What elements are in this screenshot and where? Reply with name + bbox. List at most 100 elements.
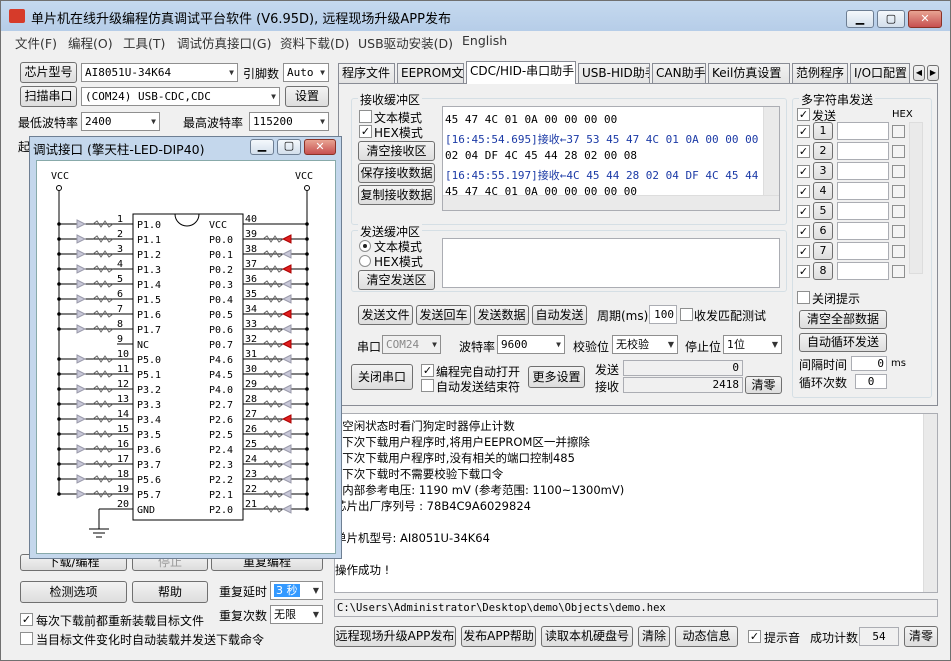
multi-row-hex-checkbox[interactable] <box>892 145 905 158</box>
more-settings-button[interactable]: 更多设置 <box>528 366 585 388</box>
multi-row-send-button[interactable]: 3 <box>813 162 833 180</box>
port-select[interactable]: (COM24) USB-CDC,CDC <box>81 87 280 106</box>
tab-scroll-right[interactable]: ▶ <box>927 65 939 81</box>
multi-row-input[interactable] <box>837 202 889 220</box>
debug-interface-dialog[interactable]: 调试接口 (擎天柱-LED-DIP40) ▁ ▢ ✕ VCC VCC 1 P1.0 2 P… <box>29 136 342 559</box>
read-disk-button[interactable]: 读取本机硬盘号 <box>541 626 633 647</box>
multi-row-checkbox[interactable]: ✓ <box>797 265 810 278</box>
tab-can[interactable]: CAN助手 <box>652 63 706 83</box>
multi-row-checkbox[interactable]: ✓ <box>797 125 810 138</box>
multi-row-input[interactable] <box>837 242 889 260</box>
tab-program-file[interactable]: 程序文件 <box>338 63 395 83</box>
close-serial-button[interactable]: 关闭串口 <box>351 364 413 390</box>
dialog-maximize-button[interactable]: ▢ <box>277 139 301 155</box>
save-recv-button[interactable]: 保存接收数据 <box>358 163 435 183</box>
port-settings-button[interactable]: 设置 <box>285 86 329 107</box>
recv-hex-mode-checkbox[interactable]: ✓ <box>359 125 372 138</box>
remote-upgrade-button[interactable]: 远程现场升级APP发布 <box>334 626 456 647</box>
multi-row-hex-checkbox[interactable] <box>892 125 905 138</box>
menu-debug[interactable]: 调试仿真接口(G) <box>177 33 271 52</box>
multi-row-hex-checkbox[interactable] <box>892 225 905 238</box>
reload-checkbox[interactable]: ✓ <box>20 613 33 626</box>
auto-open-checkbox[interactable]: ✓ <box>421 364 434 377</box>
menu-english[interactable]: English <box>462 33 507 48</box>
recv-text-mode-checkbox[interactable] <box>359 110 372 123</box>
multi-row-checkbox[interactable]: ✓ <box>797 225 810 238</box>
interval-input[interactable]: 0 <box>851 356 887 371</box>
reset-count-button[interactable]: 清零 <box>904 626 938 647</box>
auto-loop-button[interactable]: 自动循环发送 <box>799 333 887 352</box>
multi-row-input[interactable] <box>837 222 889 240</box>
multi-row-checkbox[interactable]: ✓ <box>797 145 810 158</box>
multi-row-input[interactable] <box>837 162 889 180</box>
log-scrollbar[interactable] <box>923 414 937 592</box>
multi-row-checkbox[interactable]: ✓ <box>797 205 810 218</box>
clear-recv-button[interactable]: 清空接收区 <box>358 141 435 161</box>
menu-file[interactable]: 文件(F) <box>15 33 57 52</box>
repeat-count-select[interactable]: 无限 <box>270 605 323 624</box>
menu-program[interactable]: 编程(O) <box>68 33 113 52</box>
multi-row-send-button[interactable]: 1 <box>813 122 833 140</box>
multi-row-checkbox[interactable]: ✓ <box>797 245 810 258</box>
tab-scroll-left[interactable]: ◀ <box>913 65 925 81</box>
tab-keil[interactable]: Keil仿真设置 <box>708 63 790 83</box>
app-help-button[interactable]: 发布APP帮助 <box>461 626 536 647</box>
check-options-button[interactable]: 检测选项 <box>20 581 127 603</box>
send-textarea[interactable] <box>442 238 780 288</box>
parity-select[interactable]: 无校验 <box>612 335 678 354</box>
menu-download[interactable]: 资料下载(D) <box>280 33 349 52</box>
clear-all-button[interactable]: 清空全部数据 <box>799 310 887 329</box>
menu-usb-driver[interactable]: USB驱动安装(D) <box>358 33 453 52</box>
tab-cdc-serial[interactable]: CDC/HID-串口助手 <box>466 61 576 84</box>
scan-port-button[interactable]: 扫描串口 <box>20 86 77 107</box>
recv-hscrollbar[interactable] <box>443 195 779 210</box>
multi-row-checkbox[interactable]: ✓ <box>797 165 810 178</box>
recv-textarea[interactable]: 45 47 4C 01 0A 00 00 00 00 [16:45:54.695… <box>442 106 780 211</box>
send-enter-button[interactable]: 发送回车 <box>416 305 471 325</box>
help-button[interactable]: 帮助 <box>132 581 208 603</box>
max-baud-select[interactable]: 115200 <box>249 112 329 131</box>
multi-row-send-button[interactable]: 8 <box>813 262 833 280</box>
clear-log-button[interactable]: 清除 <box>638 626 670 647</box>
tab-eeprom-file[interactable]: EEPROM文件 <box>397 63 464 83</box>
chip-model-button[interactable]: 芯片型号 <box>20 62 77 83</box>
clear-count-button[interactable]: 清零 <box>745 376 782 394</box>
stop-bits-select[interactable]: 1位 <box>723 335 782 354</box>
copy-recv-button[interactable]: 复制接收数据 <box>358 185 435 205</box>
multi-row-checkbox[interactable]: ✓ <box>797 185 810 198</box>
multi-row-input[interactable] <box>837 182 889 200</box>
serial-port-select[interactable]: COM24 <box>382 335 441 354</box>
multi-row-hex-checkbox[interactable] <box>892 245 905 258</box>
menu-tools[interactable]: 工具(T) <box>123 33 165 52</box>
period-input[interactable]: 100 <box>649 305 677 324</box>
beep-checkbox[interactable]: ✓ <box>748 630 761 643</box>
pin-count-select[interactable]: Auto <box>283 63 329 82</box>
dialog-close-button[interactable]: ✕ <box>304 139 336 155</box>
tab-usb-hid[interactable]: USB-HID助手 <box>578 63 650 83</box>
send-data-button[interactable]: 发送数据 <box>474 305 529 325</box>
baud-select[interactable]: 9600 <box>497 335 565 354</box>
send-hex-mode-radio[interactable] <box>359 255 371 267</box>
minimize-button[interactable]: ▁ <box>846 10 874 28</box>
auto-end-checkbox[interactable] <box>421 379 434 392</box>
tab-io-config[interactable]: I/O口配置 <box>850 63 910 83</box>
clear-send-button[interactable]: 清空发送区 <box>358 270 435 290</box>
multi-row-input[interactable] <box>837 122 889 140</box>
send-file-button[interactable]: 发送文件 <box>358 305 413 325</box>
send-text-mode-radio[interactable] <box>359 240 371 252</box>
dialog-minimize-button[interactable]: ▁ <box>250 139 274 155</box>
multi-scrollbar[interactable] <box>909 122 923 274</box>
multi-send-all-checkbox[interactable]: ✓ <box>797 108 810 121</box>
log-output[interactable]: . 空闲状态时看门狗定时器停止计数 . 下次下载用户程序时,将用户EEPROM区… <box>334 413 938 593</box>
maximize-button[interactable]: ▢ <box>877 10 905 28</box>
auto-send-button[interactable]: 自动发送 <box>532 305 587 325</box>
multi-row-send-button[interactable]: 6 <box>813 222 833 240</box>
recv-vscrollbar[interactable] <box>763 107 779 195</box>
multi-row-send-button[interactable]: 5 <box>813 202 833 220</box>
chip-model-select[interactable]: AI8051U-34K64 <box>81 63 238 82</box>
loop-count-input[interactable]: 0 <box>855 374 887 389</box>
multi-row-input[interactable] <box>837 142 889 160</box>
autoload-checkbox[interactable] <box>20 632 33 645</box>
repeat-delay-select[interactable]: 3 秒 <box>270 581 323 600</box>
multi-row-hex-checkbox[interactable] <box>892 205 905 218</box>
